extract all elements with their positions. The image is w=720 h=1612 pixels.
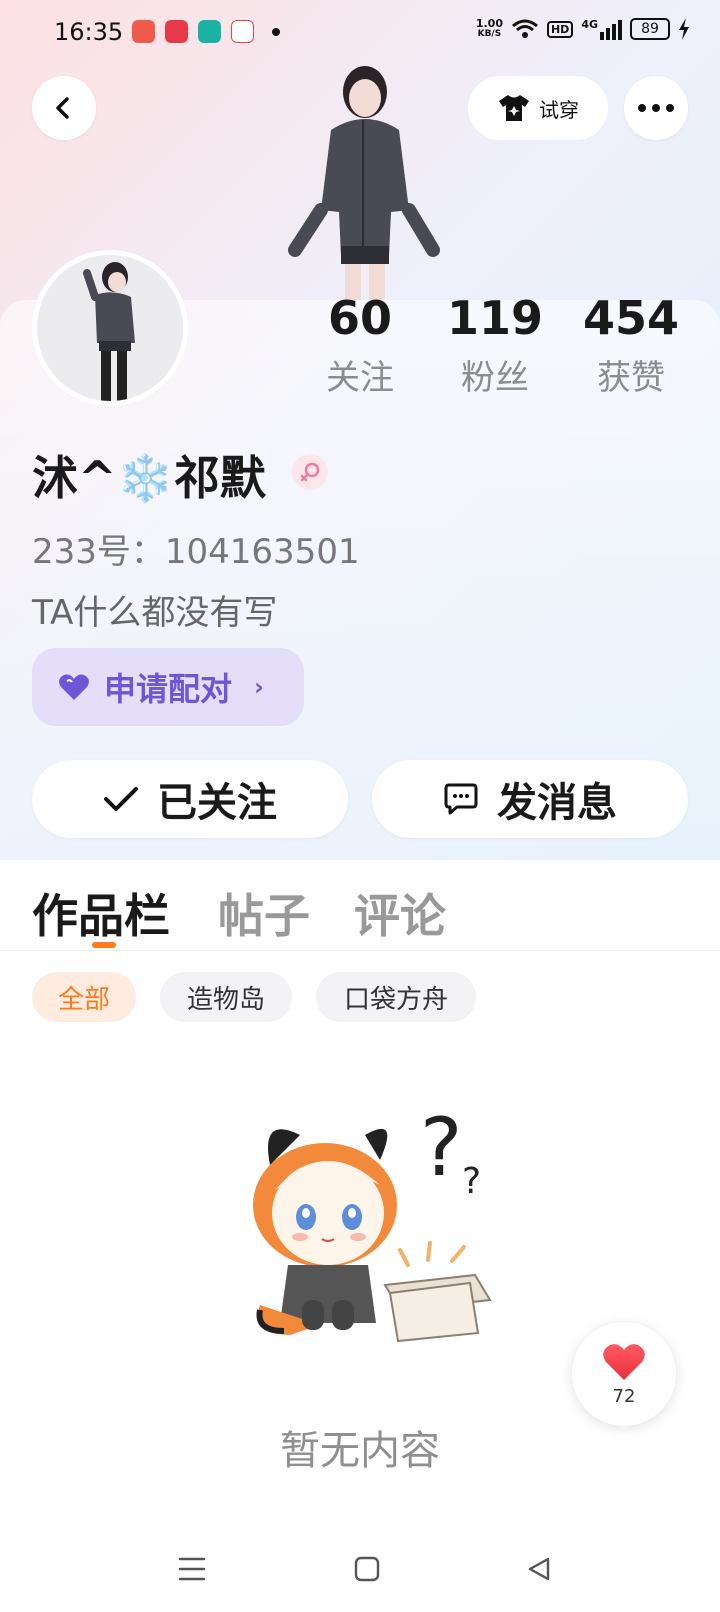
system-icons: 1.00 KB/S HD 4G 89	[476, 18, 690, 40]
likes-label: 获赞	[597, 358, 665, 398]
tab-works[interactable]: 作品栏	[32, 880, 170, 946]
pair-request-button[interactable]: 申请配对 ›	[32, 648, 304, 726]
avatar[interactable]	[32, 250, 188, 406]
svg-text:?: ?	[462, 1161, 481, 1202]
following-count: 60	[327, 291, 392, 345]
followers-count: 119	[446, 291, 544, 345]
net-speed-value: 1.00	[475, 17, 503, 30]
tab-divider	[0, 950, 720, 951]
empty-state-text: 暂无内容	[280, 1428, 440, 1474]
tryon-button[interactable]: 试穿	[468, 76, 608, 140]
user-bio: TA什么都没有写	[32, 593, 278, 633]
active-tab-indicator	[92, 942, 116, 948]
charging-icon	[679, 18, 689, 40]
tab-posts[interactable]: 帖子	[218, 880, 310, 946]
avatar-figure-image	[37, 255, 183, 401]
status-bar: 16:35 1.00 KB/S HD 4G 89	[0, 0, 720, 62]
filter-all[interactable]: 全部	[32, 972, 136, 1022]
nickname: 沭^❄️祁默	[32, 451, 266, 505]
stat-likes[interactable]: 454 获赞	[576, 290, 686, 399]
message-button[interactable]: 发消息	[372, 760, 688, 838]
svg-text:?: ?	[420, 1101, 462, 1194]
avatar-3d-figure[interactable]	[285, 60, 445, 300]
like-count: 72	[612, 1385, 636, 1407]
like-fab[interactable]: 72	[572, 1322, 676, 1426]
back-button[interactable]	[32, 76, 96, 140]
stat-following[interactable]: 60 关注	[305, 290, 415, 399]
back-arrow-icon	[56, 97, 69, 119]
chat-icon	[444, 783, 478, 815]
back-icon[interactable]	[526, 1556, 552, 1582]
tryon-label: 试穿	[539, 97, 579, 122]
more-notifications-dot	[272, 27, 280, 36]
check-icon	[104, 787, 138, 811]
battery-indicator: 89	[630, 18, 670, 40]
net-speed: 1.00 KB/S	[476, 18, 503, 40]
heart-icon	[59, 674, 89, 700]
net-speed-unit: KB/S	[477, 29, 502, 39]
location-app-icon	[231, 20, 254, 43]
net-type: 4G	[581, 18, 598, 31]
home-icon[interactable]	[354, 1556, 380, 1582]
music-app-icon	[132, 20, 155, 43]
filter-pocket-ark[interactable]: 口袋方舟	[316, 972, 476, 1022]
tshirt-icon	[499, 95, 529, 121]
following-label-btn: 已关注	[157, 780, 277, 826]
system-nav-bar	[0, 1540, 720, 1612]
video-app-icon	[165, 20, 188, 43]
tab-comments[interactable]: 评论	[354, 880, 446, 946]
likes-count: 454	[582, 291, 680, 345]
profile-page: 16:35 1.00 KB/S HD 4G 89 试穿 60 关注 119 粉丝…	[0, 0, 720, 1612]
empty-state-illustration: ? ?	[253, 1101, 492, 1343]
menu-icon[interactable]	[178, 1556, 206, 1582]
heart-icon	[603, 1343, 645, 1380]
female-icon	[300, 462, 320, 482]
followers-label: 粉丝	[461, 358, 529, 398]
gender-badge	[292, 454, 328, 490]
home-app-icon	[198, 20, 221, 43]
following-button[interactable]: 已关注	[32, 760, 348, 838]
notification-icons	[132, 20, 280, 43]
following-label: 关注	[326, 358, 394, 398]
more-button[interactable]	[624, 76, 688, 140]
signal-icon: 4G	[581, 18, 622, 40]
hd-icon: HD	[546, 20, 574, 38]
more-icon	[638, 104, 674, 112]
message-label: 发消息	[497, 780, 617, 826]
wifi-icon	[512, 19, 538, 38]
chevron-right-icon: ›	[254, 673, 264, 701]
pair-label: 申请配对	[104, 670, 233, 708]
stat-followers[interactable]: 119 粉丝	[440, 290, 550, 399]
filter-creation-island[interactable]: 造物岛	[160, 972, 292, 1022]
status-time: 16:35	[54, 18, 124, 46]
user-id: 233号：104163501	[32, 532, 360, 572]
